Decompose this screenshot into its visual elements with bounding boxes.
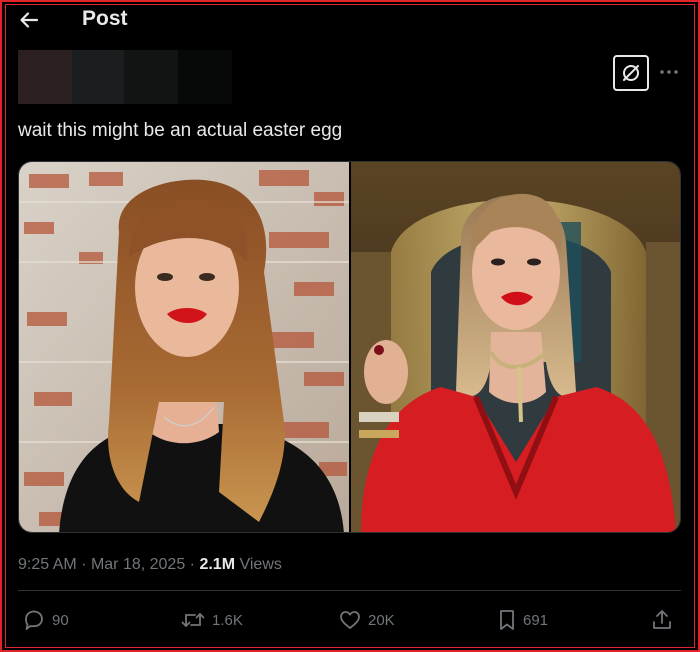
page-title: Post: [82, 7, 128, 30]
more-options-button[interactable]: [657, 60, 681, 84]
reply-count: 90: [52, 611, 69, 629]
post-text: wait this might be an actual easter egg: [18, 120, 343, 141]
repost-icon: [181, 613, 205, 627]
repost-button[interactable]: 1.6K: [180, 608, 243, 632]
photo-woman-red-dress-throne: [351, 162, 680, 532]
redacted-name-block: [124, 50, 178, 104]
photo-woman-brick-wall: [19, 162, 349, 532]
meta-separator: ·: [189, 556, 195, 573]
action-bar: 90 1.6K 20K 691: [0, 600, 700, 644]
author-info-redacted[interactable]: [18, 50, 248, 104]
redacted-name-block: [72, 50, 124, 104]
post-date[interactable]: Mar 18, 2025: [91, 556, 185, 573]
repost-count: 1.6K: [212, 611, 243, 629]
grok-icon: [623, 65, 639, 81]
post-media: [18, 161, 681, 533]
media-image-right[interactable]: [351, 162, 680, 532]
back-button[interactable]: [14, 6, 44, 34]
bookmark-button[interactable]: 691: [497, 608, 548, 632]
like-button[interactable]: 20K: [338, 608, 395, 632]
like-count: 20K: [368, 611, 395, 629]
post-meta: 9:25 AM · Mar 18, 2025 · 2.1M Views: [18, 556, 282, 574]
media-image-left[interactable]: [19, 162, 349, 532]
post-time[interactable]: 9:25 AM: [18, 556, 77, 573]
views-count: 2.1M: [199, 556, 236, 573]
share-button[interactable]: [651, 608, 673, 632]
more-horizontal-icon: [660, 70, 678, 74]
views-label: Views: [239, 556, 282, 573]
arrow-left-icon: [20, 12, 39, 28]
redacted-name-block: [178, 50, 232, 104]
avatar[interactable]: [18, 50, 72, 104]
reply-icon: [25, 610, 43, 630]
divider: [18, 590, 681, 591]
bookmark-icon: [500, 610, 514, 630]
reply-button[interactable]: 90: [22, 608, 69, 632]
bookmark-count: 691: [523, 611, 549, 629]
meta-separator: ·: [81, 556, 87, 573]
heart-icon: [340, 611, 360, 629]
grok-button[interactable]: [613, 55, 649, 91]
post-header: Post: [0, 0, 700, 40]
share-icon: [653, 610, 671, 629]
